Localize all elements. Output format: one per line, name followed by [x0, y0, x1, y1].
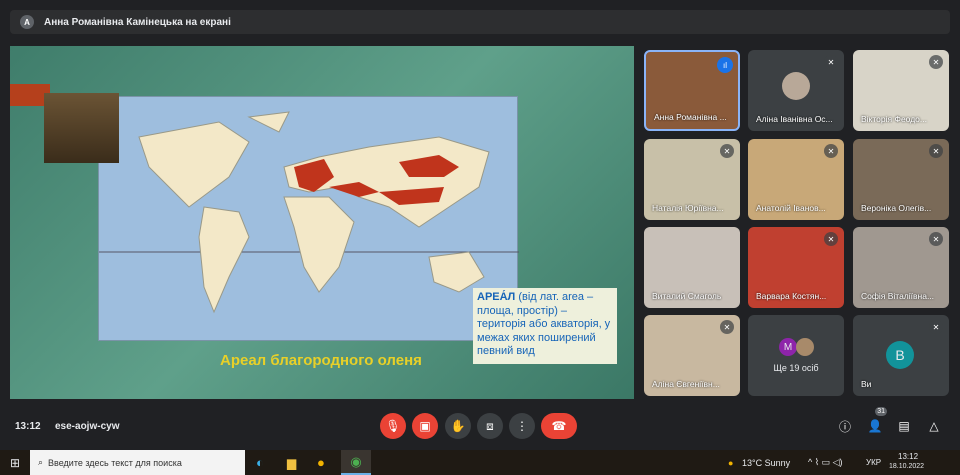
app-icon[interactable]: ●	[317, 455, 325, 470]
search-placeholder: Введите здесь текст для поиска	[48, 457, 182, 468]
mic-off-icon: ✕	[824, 55, 838, 69]
windows-start-icon[interactable]: ⊞	[10, 456, 20, 470]
speaking-icon: ıl	[717, 57, 733, 73]
people-icon: 👤	[867, 419, 883, 433]
activities-button[interactable]: △	[921, 413, 947, 439]
tray-icons[interactable]: ^ ⌇ ▭ ◁)	[808, 457, 843, 468]
chat-icon: ▤	[898, 419, 910, 433]
mic-off-icon: ✕	[824, 232, 838, 246]
presenter-text: Анна Романівна Камінецька на екрані	[44, 16, 231, 28]
participant-name: Софія Віталіївна...	[861, 291, 935, 301]
chat-button[interactable]: ▤	[891, 413, 917, 439]
participant-tile[interactable]: ✕ Анатолій Іванов...	[748, 139, 844, 220]
participant-tile[interactable]: ✕ Аліна Євгеніївн...	[644, 315, 740, 396]
map-drawing	[99, 111, 519, 314]
file-explorer-icon[interactable]: ▆	[287, 456, 296, 470]
self-avatar: В	[886, 341, 914, 369]
participant-name: Виталий Смаголь	[652, 291, 722, 301]
activities-icon: △	[929, 419, 939, 433]
participant-tile[interactable]: ✕ Вероніка Олегів...	[853, 139, 949, 220]
participant-tile[interactable]: ıl Анна Романівна ...	[644, 50, 740, 131]
participant-tile[interactable]: Виталий Смаголь	[644, 227, 740, 308]
windows-taskbar: ⊞ ⌕ Введите здесь текст для поиска ◐ ▆ ● …	[0, 450, 960, 475]
mic-off-icon: ✕	[824, 144, 838, 158]
participant-tile[interactable]: ✕ Наталія Юріївна...	[644, 139, 740, 220]
definition-box: АРЕА́Л (від лат. area – площа, простір) …	[473, 288, 617, 364]
participant-name: Варвара Костян...	[756, 291, 827, 301]
present-icon: ⧈	[486, 418, 494, 433]
participant-name: Вікторія Феодо...	[861, 114, 927, 124]
hand-icon: ✋	[450, 419, 466, 433]
more-vert-icon: ⋮	[516, 419, 528, 433]
participant-name: Аліна Іванівна Ос...	[756, 114, 833, 124]
participant-name: Анатолій Іванов...	[756, 203, 826, 213]
chrome-icon[interactable]: ◉	[341, 450, 371, 475]
weather-text: 13°C Sunny	[742, 457, 791, 468]
hang-up-icon: ☎	[551, 419, 567, 433]
edge-icon[interactable]: ◐	[256, 455, 264, 470]
self-tile: В ✕ Ви	[853, 315, 949, 396]
avatar	[796, 338, 814, 356]
more-label: Ще 19 осіб	[773, 363, 819, 373]
more-options-button[interactable]: ⋮	[509, 413, 535, 439]
participant-tile[interactable]: ✕ Аліна Іванівна Ос...	[748, 50, 844, 131]
search-icon: ⌕	[38, 457, 44, 467]
weather-icon: ●	[728, 457, 734, 468]
meeting-code: ese-aojw-cyw	[55, 420, 120, 432]
more-participants-tile[interactable]: M Ще 19 осіб	[748, 315, 844, 396]
avatar: M	[779, 338, 797, 356]
mic-off-icon: ✕	[929, 232, 943, 246]
world-map	[98, 96, 519, 341]
note-title: АРЕА́Л	[477, 291, 516, 303]
mic-off-icon: ✕	[929, 144, 943, 158]
raise-hand-button[interactable]: ✋	[445, 413, 471, 439]
presenter-banner: А Анна Романівна Камінецька на екрані	[10, 10, 950, 34]
mic-off-icon: 🎙	[385, 419, 401, 433]
participant-name: Вероніка Олегів...	[861, 203, 932, 213]
slide-caption: Ареал благородного оленя	[220, 352, 422, 369]
self-name: Ви	[861, 379, 872, 389]
info-button[interactable]: ⓘ	[832, 413, 858, 439]
mic-off-icon: ✕	[720, 144, 734, 158]
participant-name: Анна Романівна ...	[654, 112, 727, 122]
date[interactable]: 18.10.2022	[889, 463, 924, 470]
participant-name: Аліна Євгеніївн...	[652, 379, 720, 389]
taskbar-search[interactable]: ⌕ Введите здесь текст для поиска	[30, 450, 245, 475]
participant-tile[interactable]: ✕ Вікторія Феодо...	[853, 50, 949, 131]
mic-off-icon: ✕	[720, 320, 734, 334]
mic-off-icon: ✕	[929, 320, 943, 334]
shared-screen: Ареал благородного оленя АРЕА́Л (від лат…	[10, 46, 634, 399]
participant-name: Наталія Юріївна...	[652, 203, 724, 213]
clock[interactable]: 13:12	[898, 452, 918, 461]
people-button[interactable]: 👤 31	[862, 407, 888, 439]
participant-tile[interactable]: ✕ Софія Віталіївна...	[853, 227, 949, 308]
presenter-avatar: А	[20, 15, 34, 29]
info-icon: ⓘ	[838, 419, 851, 434]
leave-call-button[interactable]: ☎	[541, 413, 577, 439]
deer-photo	[44, 93, 119, 163]
participant-count: 31	[875, 407, 887, 416]
present-button[interactable]: ⧈	[477, 413, 503, 439]
camera-off-icon: ▣	[419, 419, 431, 433]
camera-toggle-button[interactable]: ▣	[412, 413, 438, 439]
participant-tile[interactable]: ✕ Варвара Костян...	[748, 227, 844, 308]
avatar	[782, 72, 810, 100]
language-indicator[interactable]: УКР	[866, 458, 881, 467]
meeting-time: 13:12	[15, 420, 41, 432]
mic-toggle-button[interactable]: 🎙	[380, 413, 406, 439]
mic-off-icon: ✕	[929, 55, 943, 69]
